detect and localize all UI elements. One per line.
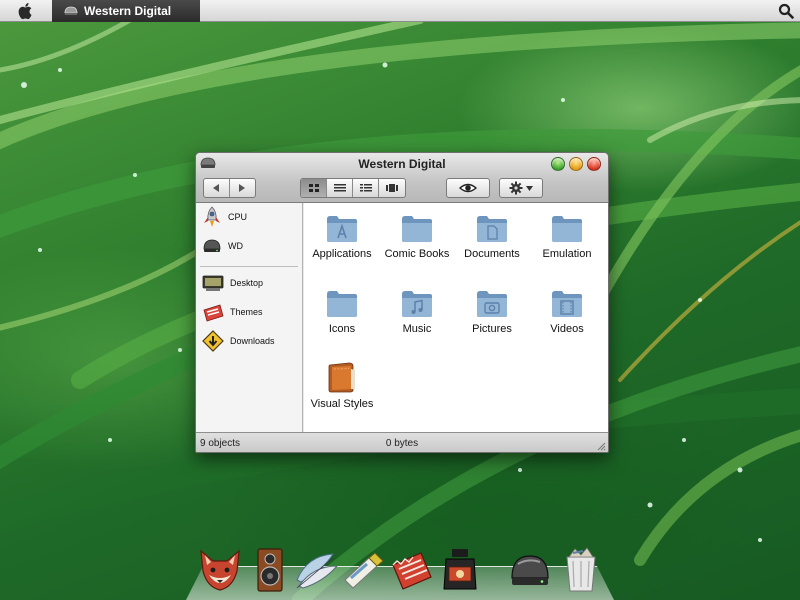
search-icon (778, 3, 794, 19)
column-view-button[interactable] (353, 179, 379, 197)
active-app-menu[interactable]: Western Digital (52, 0, 200, 22)
themes-icon (203, 304, 224, 322)
dock-item-speaker[interactable] (246, 546, 294, 594)
music-folder-icon (402, 291, 432, 317)
file-item-pictures[interactable]: Pictures (454, 284, 530, 335)
sidebar-item-label: WD (228, 241, 243, 251)
file-item-label: Pictures (472, 323, 512, 335)
forward-button[interactable] (230, 179, 255, 197)
resize-grip-icon[interactable] (596, 441, 606, 451)
sidebar-item-desktop[interactable]: Desktop (202, 271, 298, 295)
file-item-emulation[interactable]: Emulation (529, 209, 605, 260)
cover-flow-button[interactable] (379, 179, 405, 197)
view-mode-control (300, 178, 406, 198)
close-button[interactable] (587, 157, 601, 171)
dock-item-fox[interactable] (196, 546, 244, 594)
window-title: Western Digital (358, 157, 446, 171)
hard-drive-icon (203, 239, 221, 252)
zoom-button[interactable] (551, 157, 565, 171)
sidebar-item-label: Desktop (230, 278, 264, 288)
quick-look-button[interactable] (446, 178, 490, 198)
list-view-button[interactable] (327, 179, 353, 197)
folder-icon (402, 216, 432, 242)
documents-folder-icon (477, 216, 507, 242)
dock-item-hard-drive[interactable] (506, 546, 554, 594)
folder-icon (552, 216, 582, 242)
window-statusbar: 9 objects 0 bytes (196, 432, 608, 452)
action-menu-button[interactable] (499, 178, 543, 198)
file-item-label: Applications (312, 248, 372, 260)
speaker-icon (257, 548, 283, 592)
finder-sidebar: CPU WD Desktop Themes Downloads (196, 203, 303, 432)
folder-icon (327, 291, 357, 317)
file-browser-content: Applications Comic Books Documents Emula… (304, 203, 608, 432)
file-item-documents[interactable]: Documents (454, 209, 530, 260)
file-item-icons[interactable]: Icons (304, 284, 380, 335)
dock-item-paint-tube[interactable] (340, 546, 388, 594)
pictures-folder-icon (477, 291, 507, 317)
file-item-comic-books[interactable]: Comic Books (379, 209, 455, 260)
free-space: 0 bytes (385, 438, 419, 449)
dock-item-ink-bottle[interactable] (436, 546, 484, 594)
rocket-icon (204, 206, 220, 227)
file-item-label: Music (402, 323, 432, 335)
downloads-icon (202, 330, 224, 352)
dock-item-torn-box[interactable] (388, 546, 436, 594)
history-buttons (203, 178, 256, 198)
fox-icon (200, 549, 240, 591)
sidebar-item-wd[interactable]: WD (202, 234, 298, 258)
spotlight-button[interactable] (772, 0, 800, 22)
file-item-visual-styles[interactable]: Visual Styles (304, 359, 380, 410)
icon-view-icon (308, 184, 319, 192)
gear-icon (509, 181, 523, 195)
torn-box-icon (392, 552, 432, 590)
file-item-label: Documents (464, 248, 520, 260)
active-app-label: Western Digital (84, 3, 172, 18)
sidebar-item-downloads[interactable]: Downloads (202, 329, 298, 353)
sidebar-item-cpu[interactable]: CPU (202, 205, 298, 229)
videos-folder-icon (552, 291, 582, 317)
feathers-icon (296, 553, 339, 589)
minimize-button[interactable] (569, 157, 583, 171)
column-view-icon (359, 184, 372, 192)
paint-tube-icon (344, 552, 384, 589)
monitor-icon (202, 275, 224, 291)
eye-icon (459, 183, 477, 193)
hard-drive-icon (64, 6, 78, 15)
trash-icon (566, 547, 596, 592)
list-view-icon (333, 184, 346, 192)
forward-arrow-icon (239, 184, 246, 192)
back-arrow-icon (213, 184, 220, 192)
dock-item-trash[interactable] (557, 546, 605, 594)
dock-item-feathers[interactable] (292, 546, 340, 594)
file-item-label: Comic Books (384, 248, 450, 260)
applications-folder-icon (327, 216, 357, 242)
sidebar-divider (200, 266, 298, 267)
finder-window: Western Digital CPU WD Desktop Themes Do… (195, 152, 609, 453)
file-item-music[interactable]: Music (379, 284, 455, 335)
apple-menu-button[interactable] (0, 0, 52, 22)
sidebar-item-label: Downloads (230, 336, 275, 346)
cover-flow-view-icon (386, 184, 398, 192)
sidebar-item-label: CPU (228, 212, 248, 222)
file-item-applications[interactable]: Applications (304, 209, 380, 260)
file-item-label: Icons (328, 323, 356, 335)
sidebar-item-themes[interactable]: Themes (202, 300, 298, 324)
file-item-label: Videos (550, 323, 584, 335)
back-button[interactable] (204, 179, 230, 197)
file-item-label: Visual Styles (310, 398, 374, 410)
window-titlebar[interactable]: Western Digital (196, 153, 608, 203)
menubar: Western Digital (0, 0, 800, 22)
ink-bottle-icon (443, 549, 477, 590)
apple-icon (18, 2, 32, 19)
hard-drive-icon (511, 555, 549, 585)
file-item-label: Emulation (542, 248, 592, 260)
leather-folder-icon (328, 362, 355, 393)
window-controls (551, 157, 601, 171)
sidebar-item-label: Themes (230, 307, 263, 317)
chevron-down-icon (526, 185, 533, 191)
icon-view-button[interactable] (301, 179, 327, 197)
file-item-videos[interactable]: Videos (529, 284, 605, 335)
